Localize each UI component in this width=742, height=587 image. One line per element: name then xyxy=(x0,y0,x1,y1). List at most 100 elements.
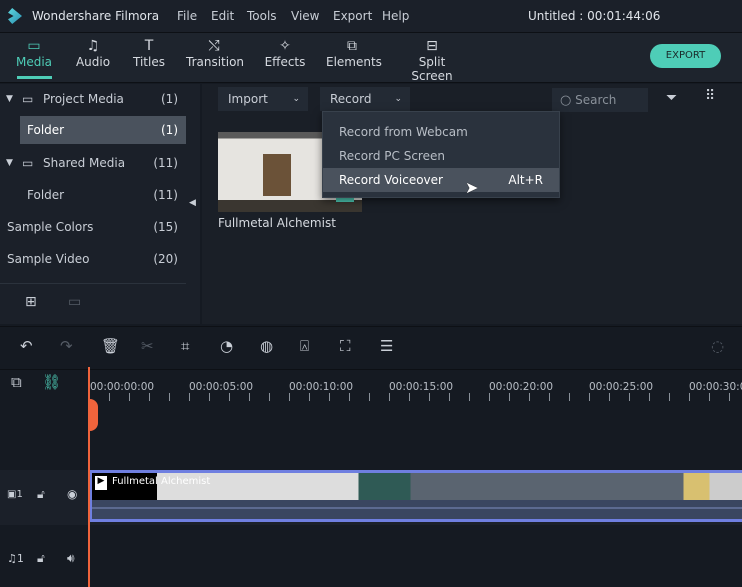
clip-name: Fullmetal Alchemist xyxy=(112,476,211,487)
adjust-icon[interactable]: ☰ xyxy=(380,337,393,355)
caret-down-icon: ▼ xyxy=(6,158,13,168)
filter-icon[interactable]: ⏷ xyxy=(666,90,677,106)
color-palette-icon[interactable]: ◍ xyxy=(260,337,273,355)
ruler-ticks xyxy=(89,393,742,401)
tab-label: Transition xyxy=(186,55,245,69)
tick-label: 00:00:10:00 xyxy=(289,381,354,393)
chevron-down-icon: ⌄ xyxy=(394,94,402,104)
label: Folder xyxy=(27,123,65,137)
lock-icon[interactable]: 🔓︎ xyxy=(37,551,45,566)
label: Record Voiceover xyxy=(339,173,443,187)
chevron-down-icon: ⌄ xyxy=(292,94,300,104)
effects-icon: ✧ xyxy=(279,38,291,54)
menu-view[interactable]: View xyxy=(291,9,319,23)
tab-effects[interactable]: ✧ Effects xyxy=(264,37,306,69)
menu-item-record-webcam[interactable]: Record from Webcam xyxy=(323,120,559,144)
delete-icon[interactable]: 🗑 xyxy=(101,337,120,355)
collapse-arrow-icon[interactable]: ◀ xyxy=(189,198,196,208)
tab-label: Media xyxy=(15,55,53,69)
sidebar-item-folder[interactable]: Folder (1) xyxy=(20,116,186,144)
active-tab-indicator xyxy=(17,76,52,79)
menu-item-record-voiceover[interactable]: Record Voiceover Alt+R xyxy=(323,168,559,192)
sidebar-item-shared-media[interactable]: ▼ ▭ Shared Media (11) xyxy=(0,149,186,177)
tab-label: Split Screen xyxy=(411,55,453,83)
import-dropdown[interactable]: Import ⌄ xyxy=(218,87,308,111)
label: Folder xyxy=(27,188,65,202)
label: Project Media xyxy=(43,92,124,106)
divider xyxy=(0,369,742,370)
redo-icon[interactable]: ↷ xyxy=(60,337,73,355)
cut-icon[interactable]: ✂ xyxy=(141,337,154,355)
speed-icon[interactable]: ◔ xyxy=(220,337,233,355)
video-track-label: ▣1 xyxy=(7,489,23,500)
timeline: ↶ ↷ 🗑 ✂ ⌗ ◔ ◍ ⍓ ⛶ ☰ ◌ ⧉ ⛓ 00:00:00:00 00… xyxy=(0,326,742,587)
menu-edit[interactable]: Edit xyxy=(211,9,234,23)
app-name: Wondershare Filmora xyxy=(32,9,160,23)
sidebar-item-shared-folder[interactable]: Folder (11) xyxy=(0,181,186,209)
split-screen-icon: ⊟ xyxy=(426,38,438,54)
eye-icon[interactable]: ◉ xyxy=(67,487,77,501)
undo-icon[interactable]: ↶ xyxy=(20,337,33,355)
tab-elements[interactable]: ⧉ Elements xyxy=(326,37,382,69)
tab-label: Elements xyxy=(326,55,382,69)
tab-titles[interactable]: T Titles xyxy=(131,37,167,69)
divider xyxy=(0,283,186,284)
menu-tools[interactable]: Tools xyxy=(247,9,277,23)
menu-file[interactable]: File xyxy=(177,9,197,23)
menu-export[interactable]: Export xyxy=(333,9,372,23)
project-title: Untitled : 00:01:44:06 xyxy=(528,9,661,23)
record-dropdown-menu: Record from Webcam Record PC Screen Reco… xyxy=(322,111,560,198)
track-number: 1 xyxy=(16,489,23,500)
tab-transition[interactable]: ⤭ Transition xyxy=(186,37,245,69)
stabilize-icon[interactable]: ⛶ xyxy=(340,337,351,355)
audio-track-label: ♫1 xyxy=(7,552,24,565)
label: Sample Video xyxy=(7,252,90,266)
text-icon: T xyxy=(144,38,154,54)
record-dropdown[interactable]: Record ⌄ xyxy=(320,87,410,111)
sidebar-item-sample-colors[interactable]: Sample Colors (15) xyxy=(0,213,186,241)
tick-label: 00:00:05:00 xyxy=(189,381,254,393)
video-clip[interactable]: ▶ Fullmetal Alchemist xyxy=(89,470,742,522)
green-screen-icon[interactable]: ⍓ xyxy=(300,337,309,355)
sidebar-item-sample-video[interactable]: Sample Video (20) xyxy=(0,245,186,273)
tab-audio[interactable]: ♫ Audio xyxy=(74,37,112,69)
tab-label: Titles xyxy=(133,55,165,69)
tick-label: 00:00:15:00 xyxy=(389,381,454,393)
search-icon: ○ xyxy=(560,93,572,108)
tab-label: Audio xyxy=(75,55,111,69)
media-library-sidebar: ▼ ▭ Project Media (1) Folder (1) ▼ ▭ Shared Me… xyxy=(0,84,200,324)
export-button[interactable]: EXPORT xyxy=(650,44,721,68)
media-item-name: Fullmetal Alchemist xyxy=(218,216,336,230)
menu-help[interactable]: Help xyxy=(382,9,409,23)
tick-label: 00:00:20:00 xyxy=(489,381,554,393)
folder-icon: ▭ xyxy=(22,156,34,170)
crop-icon[interactable]: ⌗ xyxy=(181,337,189,355)
label: Sample Colors xyxy=(7,220,94,234)
tab-split-screen[interactable]: ⊟ Split Screen xyxy=(400,37,464,83)
thumbnail-door xyxy=(263,154,291,196)
transition-icon: ⤭ xyxy=(208,38,220,54)
add-track-icon[interactable]: ⧉ xyxy=(11,373,22,391)
track-number: 1 xyxy=(16,552,24,565)
count: (11) xyxy=(153,156,178,170)
import-label: Import xyxy=(228,92,268,106)
folder-outline-icon[interactable]: ▭ xyxy=(68,294,81,310)
grid-view-icon[interactable]: ⠿ xyxy=(705,88,715,104)
record-label: Record xyxy=(330,92,372,106)
tab-label: Effects xyxy=(264,55,306,69)
new-folder-icon[interactable]: ⊞ xyxy=(25,294,37,310)
link-icon[interactable]: ⛓ xyxy=(42,373,61,391)
render-icon[interactable]: ◌ xyxy=(711,337,724,355)
tab-media[interactable]: ▭ Media xyxy=(14,37,54,69)
sidebar-item-project-media[interactable]: ▼ ▭ Project Media (1) xyxy=(0,85,186,113)
music-note-icon: ♫ xyxy=(7,552,17,565)
menu-item-record-screen[interactable]: Record PC Screen xyxy=(323,144,559,168)
folder-icon: ▭ xyxy=(27,38,41,54)
play-icon: ▶ xyxy=(95,476,107,490)
speaker-icon[interactable]: 🔊︎ xyxy=(67,551,75,566)
folder-icon: ▭ xyxy=(22,92,34,106)
playhead-handle[interactable] xyxy=(88,399,98,431)
lock-icon[interactable]: 🔓︎ xyxy=(37,487,45,502)
title-bar: Wondershare Filmora File Edit Tools View… xyxy=(0,0,742,33)
search-input[interactable]: ○ Search xyxy=(552,88,648,112)
